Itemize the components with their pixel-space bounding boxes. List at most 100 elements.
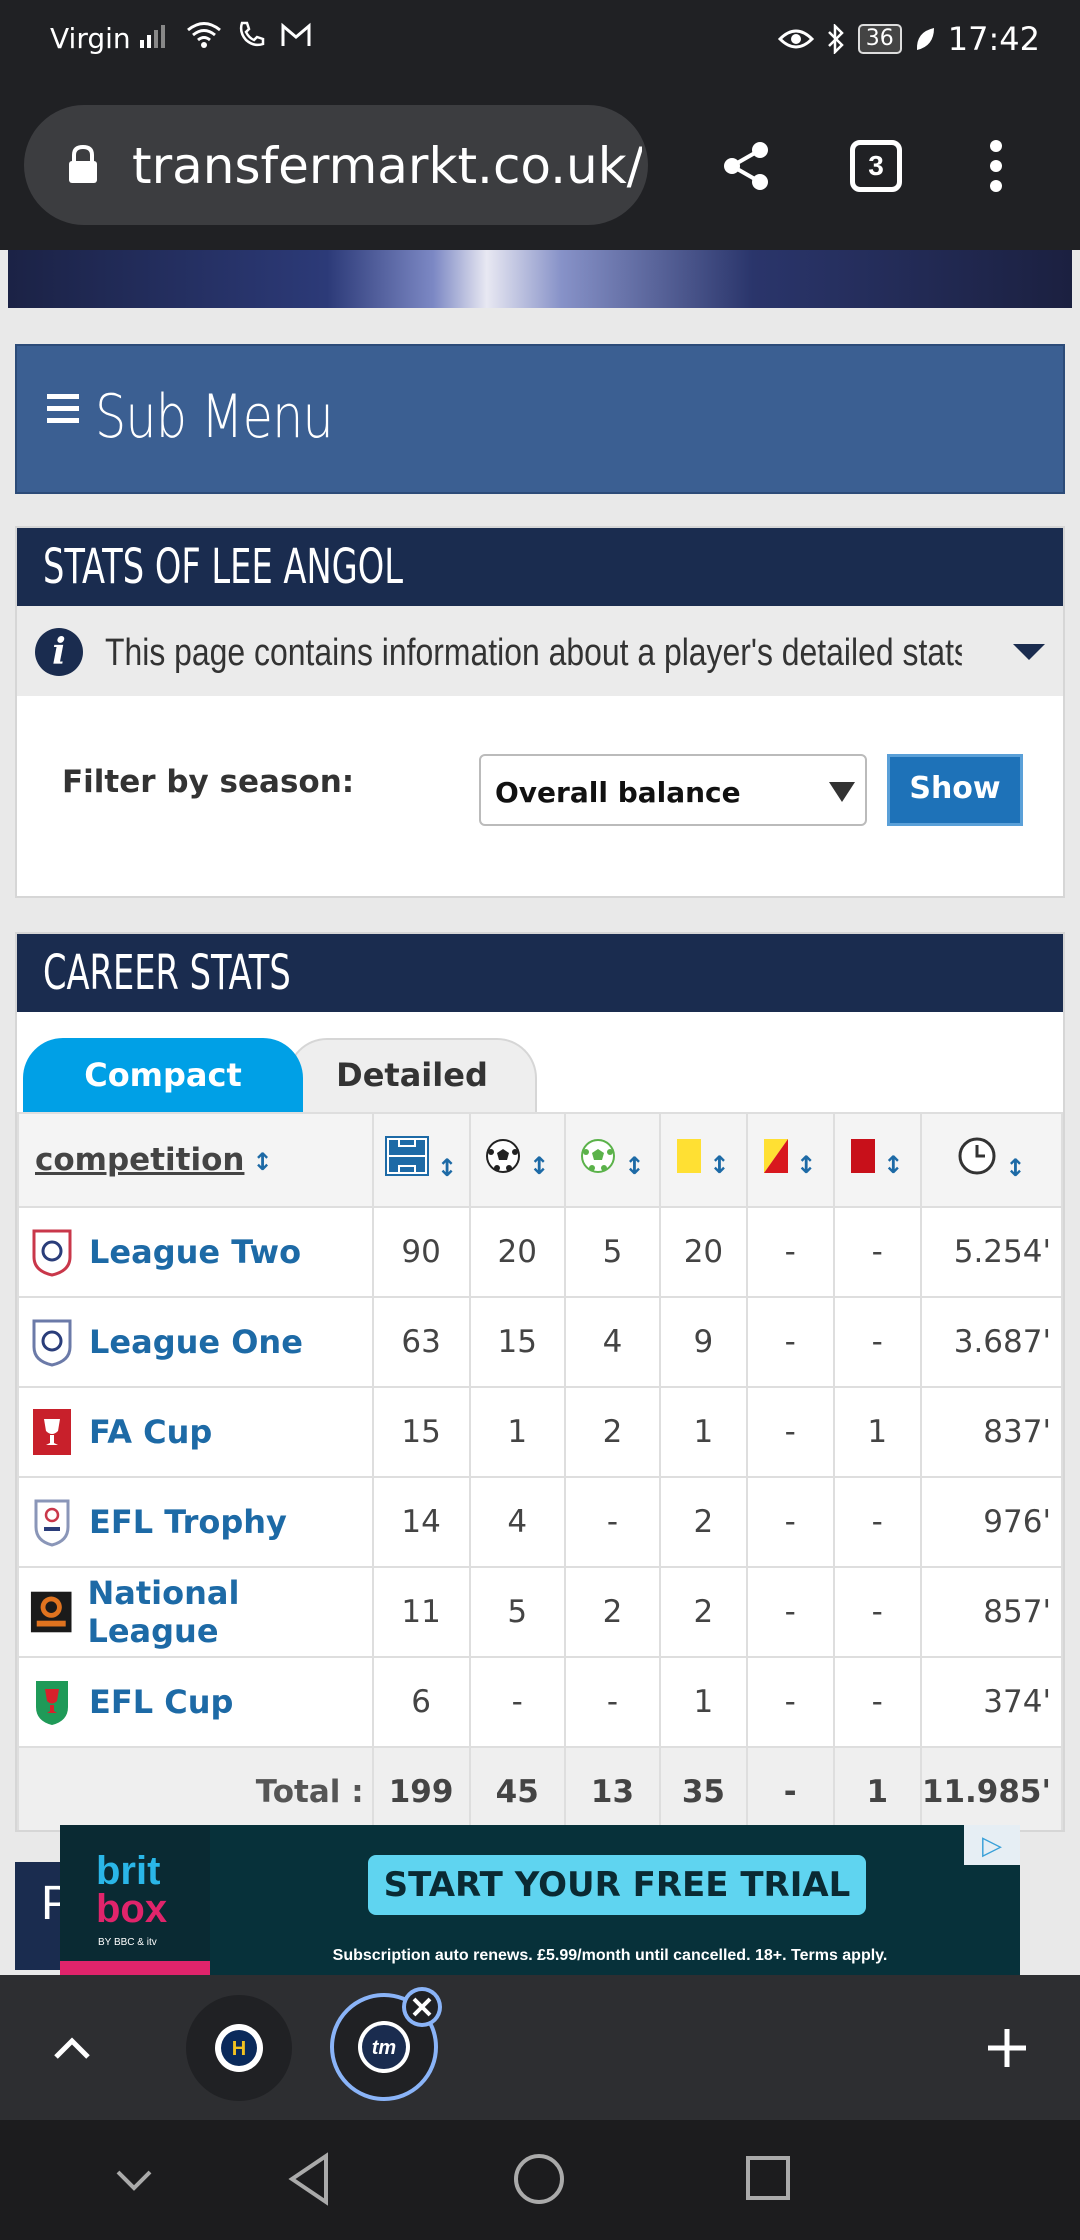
- competition-header[interactable]: competition ↕: [17, 1112, 374, 1208]
- clock-icon: [958, 1137, 996, 1175]
- tab-detailed[interactable]: Detailed: [287, 1038, 537, 1112]
- goals-cell: 20: [468, 1206, 566, 1298]
- goals-cell: 1: [468, 1386, 566, 1478]
- battery-indicator: 36: [857, 24, 902, 54]
- call-icon: [239, 21, 265, 47]
- sort-icon: ↕: [709, 1151, 730, 1179]
- total-apps: 199: [371, 1746, 471, 1830]
- yellow-cards-header[interactable]: ↕: [659, 1112, 748, 1208]
- show-button[interactable]: Show: [887, 754, 1023, 826]
- total-label: Total :: [17, 1746, 374, 1830]
- competition-link[interactable]: National League: [87, 1574, 371, 1650]
- info-text: This page contains information about a p…: [105, 632, 962, 674]
- expand-caret-icon[interactable]: [1013, 644, 1045, 660]
- nav-recents-icon[interactable]: [744, 2154, 792, 2202]
- red-cell: -: [832, 1656, 922, 1748]
- stats-title: STATS OF LEE ANGOL: [17, 528, 1063, 606]
- competition-link[interactable]: EFL Trophy: [89, 1503, 287, 1541]
- nav-home-icon[interactable]: [512, 2152, 566, 2206]
- minutes-cell: 374': [919, 1656, 1063, 1748]
- sort-icon: ↕: [624, 1152, 645, 1180]
- total-row: Total : 199 45 13 35 - 1 11.985': [17, 1746, 1063, 1830]
- start-free-trial-button[interactable]: START YOUR FREE TRIAL: [368, 1855, 866, 1915]
- goals-header[interactable]: ↕: [468, 1112, 566, 1208]
- minutes-header[interactable]: ↕: [919, 1112, 1063, 1208]
- national-league-logo-icon: [30, 1591, 72, 1633]
- competition-sort-link[interactable]: competition: [35, 1142, 244, 1178]
- fa-cup-logo-icon: [33, 1409, 71, 1455]
- red-cards-header[interactable]: ↕: [832, 1112, 922, 1208]
- nav-back-icon[interactable]: [286, 2152, 332, 2206]
- minutes-cell: 857': [919, 1566, 1063, 1658]
- eye-icon: [777, 29, 814, 49]
- efl-cup-logo-icon: [36, 1681, 68, 1725]
- tab-thumbnail-williamhill[interactable]: H: [186, 1995, 292, 2101]
- total-yellow: 35: [659, 1746, 748, 1830]
- submenu-label: Sub Menu: [95, 382, 334, 452]
- red-card-icon: [851, 1139, 876, 1173]
- yellow-cell: 20: [659, 1206, 748, 1298]
- apps-cell[interactable]: 15: [371, 1386, 471, 1478]
- hamburger-icon: [47, 394, 79, 424]
- table-row: National League 11 5 2 2 - - 857': [17, 1566, 1063, 1658]
- info-icon: i: [35, 628, 83, 676]
- close-tab-icon[interactable]: [400, 1985, 444, 2029]
- appearances-header[interactable]: ↕: [371, 1112, 471, 1208]
- season-select-value: Overall balance: [495, 776, 741, 809]
- career-stats-title: CAREER STATS: [17, 934, 1063, 1012]
- adchoices-icon[interactable]: ▷: [964, 1825, 1020, 1865]
- competition-link[interactable]: League One: [89, 1323, 303, 1361]
- total-goals: 45: [468, 1746, 566, 1830]
- competition-link[interactable]: EFL Cup: [89, 1683, 233, 1721]
- apps-cell[interactable]: 11: [371, 1566, 471, 1658]
- more-options-icon[interactable]: [988, 138, 1004, 194]
- minutes-cell: 837': [919, 1386, 1063, 1478]
- apps-cell[interactable]: 6: [371, 1656, 471, 1748]
- assists-header[interactable]: ↕: [563, 1112, 662, 1208]
- chevron-up-icon[interactable]: [52, 2033, 92, 2061]
- football-icon: [486, 1139, 521, 1173]
- yellow-card-icon: [677, 1139, 702, 1173]
- submenu-button[interactable]: Sub Menu: [15, 344, 1065, 494]
- apps-cell[interactable]: 90: [371, 1206, 471, 1298]
- yellow-cell: 2: [659, 1566, 748, 1658]
- assist-ball-icon: [581, 1139, 616, 1173]
- filter-label: Filter by season:: [62, 764, 355, 800]
- minutes-cell: 3.687': [919, 1296, 1063, 1388]
- assists-cell: 5: [563, 1206, 662, 1298]
- assists-cell: 2: [563, 1386, 662, 1478]
- tab-compact[interactable]: Compact: [23, 1038, 303, 1112]
- header-banner-image: [8, 250, 1072, 308]
- second-yellow-cell: -: [745, 1206, 835, 1298]
- new-tab-icon[interactable]: [986, 2027, 1028, 2069]
- red-cell: -: [832, 1476, 922, 1568]
- status-icons-left: [140, 20, 312, 50]
- carrier-label: Virgin: [50, 22, 131, 55]
- red-cell: -: [832, 1206, 922, 1298]
- address-bar[interactable]: transfermarkt.co.uk/: [24, 105, 648, 225]
- assists-cell: 4: [563, 1296, 662, 1388]
- status-icons-right: 36 17:42: [777, 20, 1040, 58]
- red-cell: -: [832, 1296, 922, 1388]
- pitch-icon: [385, 1136, 430, 1176]
- sort-icon: ↕: [437, 1154, 458, 1182]
- url-text[interactable]: transfermarkt.co.uk/: [132, 137, 642, 195]
- tab-switcher-button[interactable]: 3: [850, 140, 902, 192]
- sort-icon: ↕: [796, 1151, 817, 1179]
- assists-cell: -: [563, 1656, 662, 1748]
- britbox-ad-banner[interactable]: brit box BY BBC & itv START YOUR FREE TR…: [60, 1825, 1020, 1975]
- bluetooth-icon: [827, 24, 844, 54]
- clock: 17:42: [947, 20, 1040, 58]
- second-yellow-header[interactable]: ↕: [745, 1112, 835, 1208]
- apps-cell[interactable]: 63: [371, 1296, 471, 1388]
- competition-link[interactable]: FA Cup: [89, 1413, 212, 1451]
- season-select[interactable]: Overall balance: [479, 754, 867, 826]
- competition-link[interactable]: League Two: [89, 1233, 301, 1271]
- goals-cell: 15: [468, 1296, 566, 1388]
- share-icon[interactable]: [722, 140, 772, 192]
- table-row: League Two 90 20 5 20 - - 5.254': [17, 1206, 1063, 1298]
- nav-collapse-icon[interactable]: [114, 2168, 154, 2194]
- info-bar[interactable]: i This page contains information about a…: [17, 606, 1063, 696]
- apps-cell[interactable]: 14: [371, 1476, 471, 1568]
- second-yellow-cell: -: [745, 1656, 835, 1748]
